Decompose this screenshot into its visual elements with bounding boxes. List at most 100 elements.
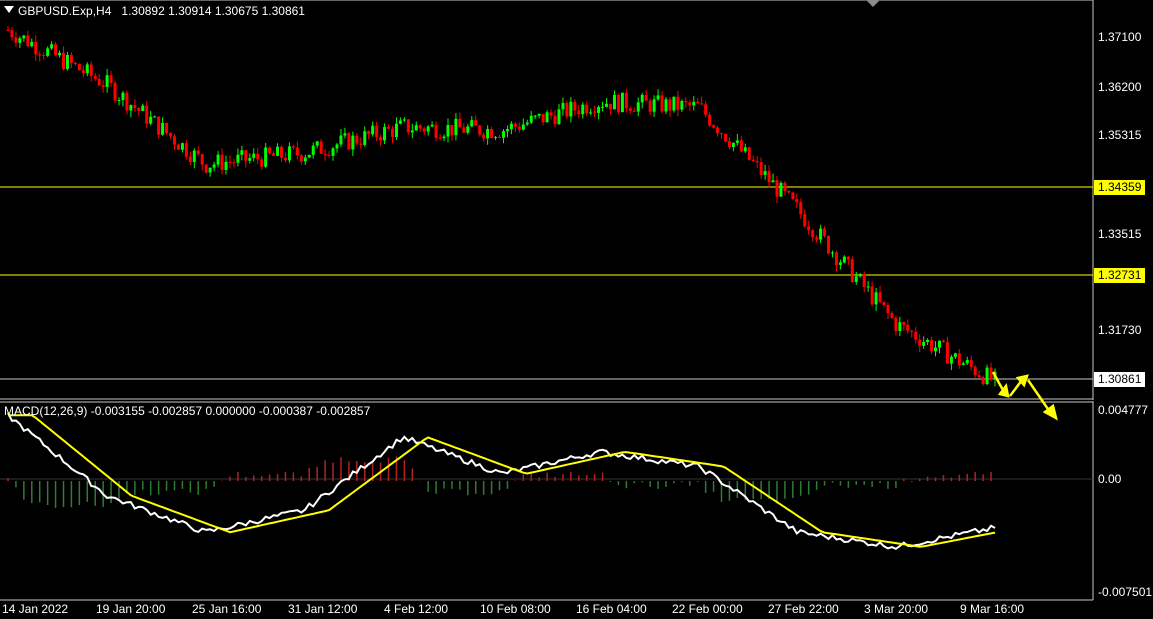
candle-body (42, 55, 46, 57)
candle-body (815, 237, 819, 240)
candle-body (105, 75, 109, 87)
candle-body (410, 130, 414, 133)
candle-body (973, 366, 977, 376)
macd-header: MACD(12,26,9) -0.003155 -0.002857 0.0000… (4, 404, 371, 418)
candle-body (739, 140, 743, 152)
open-price: 1.30892 (121, 4, 165, 18)
candle-body (902, 322, 906, 325)
candle-body (141, 105, 145, 111)
candle-body (838, 262, 842, 265)
candle-body (573, 101, 577, 111)
price-tick: 1.37100 (1098, 30, 1142, 44)
candle-body (89, 64, 93, 76)
candle-body (509, 123, 513, 130)
candle-body (466, 126, 470, 133)
support-price-tag: 1.32731 (1094, 268, 1146, 283)
candle-body (926, 339, 930, 343)
candle-body (961, 363, 965, 365)
candle-body (327, 154, 331, 156)
candle-body (640, 94, 644, 103)
candle-body (965, 360, 969, 364)
macd-tick: 0.004777 (1098, 403, 1149, 417)
candle-body (597, 106, 601, 113)
candle-body (628, 108, 632, 111)
candle-body (914, 331, 918, 340)
candle-body (54, 44, 58, 56)
candle-body (161, 122, 165, 135)
candle-body (101, 85, 105, 87)
candle-body (422, 128, 426, 132)
time-tick: 9 Mar 16:00 (960, 602, 1025, 616)
candle-body (549, 112, 553, 116)
candle-body (359, 143, 363, 145)
candle-body (581, 104, 585, 115)
candle-body (6, 30, 10, 31)
candle-body (331, 148, 335, 156)
candle-body (172, 136, 176, 145)
candle-body (783, 182, 787, 192)
candle-body (387, 127, 391, 129)
candle-body (795, 199, 799, 203)
candle-body (910, 330, 914, 332)
candle-body (454, 118, 458, 136)
candle-body (367, 131, 371, 135)
symbol-timeframe: GBPUSD.Exp,H4 (18, 4, 112, 18)
candle-body (85, 64, 89, 74)
candle-body (77, 64, 81, 71)
candle-body (434, 124, 438, 139)
price-tick: 1.31730 (1098, 323, 1142, 337)
candle-body (319, 141, 323, 154)
candle-body (807, 226, 811, 231)
chart-canvas[interactable] (0, 0, 1153, 619)
candle-body (343, 133, 347, 136)
candle-body (716, 127, 720, 134)
candle-body (204, 164, 208, 173)
candle-body (335, 144, 339, 149)
candle-body (61, 52, 65, 69)
candle-body (985, 367, 989, 385)
dropdown-triangle-icon[interactable] (4, 6, 14, 13)
candle-body (50, 44, 54, 49)
candle-body (494, 136, 498, 138)
candle-body (125, 92, 129, 111)
candle-body (823, 228, 827, 236)
candle-body (680, 100, 684, 110)
candle-body (398, 120, 402, 124)
candle-body (438, 138, 442, 140)
candle-body (212, 164, 216, 168)
candle-body (878, 292, 882, 302)
candle-body (989, 367, 993, 380)
candle-body (589, 112, 593, 114)
candle-body (58, 52, 62, 56)
resistance-price-tag: 1.34359 (1094, 180, 1146, 195)
candle-body (537, 113, 541, 116)
candle-body (688, 102, 692, 106)
candle-body (283, 157, 287, 161)
candle-body (672, 96, 676, 111)
candle-body (771, 180, 775, 183)
candle-body (585, 104, 589, 114)
candle-body (660, 95, 664, 112)
candle-body (216, 154, 220, 165)
candle-body (117, 99, 121, 101)
candle-body (636, 102, 640, 112)
candle-body (180, 143, 184, 150)
candle-body (692, 101, 696, 106)
candle-body (755, 160, 759, 163)
candle-body (268, 147, 272, 154)
time-tick: 31 Jan 12:00 (288, 602, 358, 616)
candle-body (525, 122, 529, 125)
candle-body (232, 162, 236, 164)
candle-body (763, 171, 767, 175)
candle-body (553, 115, 557, 125)
candle-body (65, 55, 69, 69)
candle-body (351, 135, 355, 150)
candle-body (22, 35, 26, 39)
candle-body (474, 120, 478, 126)
candle-body (169, 132, 173, 137)
candle-body (953, 353, 957, 357)
candle-body (307, 154, 311, 158)
candle-body (129, 105, 133, 111)
candle-body (244, 150, 248, 161)
candle-body (930, 339, 934, 352)
